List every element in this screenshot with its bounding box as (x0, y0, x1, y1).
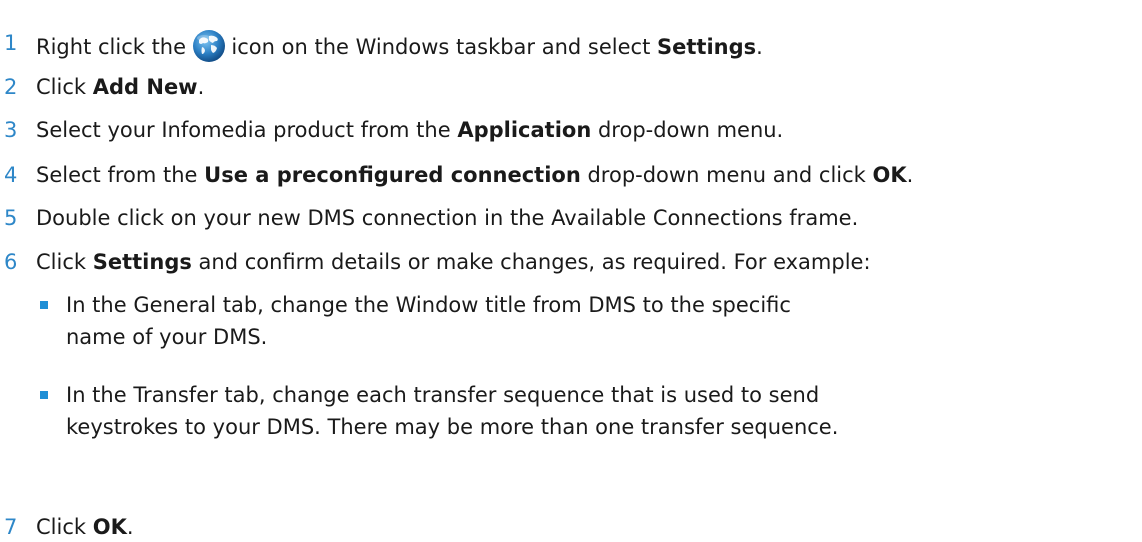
step-number: 7 (4, 515, 18, 539)
step-text-bold: Settings (657, 35, 757, 59)
step-text-bold: Application (457, 118, 592, 142)
step-number: 5 (4, 206, 18, 230)
step-text-bold: Settings (92, 250, 192, 274)
step-text-part: . (197, 75, 205, 99)
step-text: Double click on your new DMS connection … (36, 206, 859, 230)
step-text-part: Select from the (36, 163, 198, 187)
square-bullet-icon (40, 391, 48, 399)
step-2: 2 Click Add New. (0, 72, 1142, 102)
step-text-part: and confirm details or make changes, as … (198, 250, 871, 274)
step-1: 1 Right click the icon on the Windows ta… (0, 28, 1142, 62)
bullet-item-transfer-tab: In the Transfer tab, change each transfe… (40, 380, 1130, 450)
step-6: 6 Click Settings and confirm details or … (0, 247, 1142, 277)
step-text: Right click the icon on the Windows task… (36, 28, 763, 64)
step-text-part: Click (36, 515, 87, 539)
step-text-bold: Use a preconfigured connection (204, 163, 581, 187)
step-text-part: Click (36, 75, 87, 99)
step-number: 6 (4, 250, 18, 274)
step-5: 5 Double click on your new DMS connectio… (0, 203, 1142, 233)
bullet-text-line: keystrokes to your DMS. There may be mor… (66, 415, 839, 439)
step-text: Click Settings and confirm details or ma… (36, 247, 871, 277)
step-number: 2 (4, 75, 18, 99)
step-text-bold: Add New (92, 75, 198, 99)
globe-icon (192, 30, 225, 62)
step-text-part: drop-down menu. (597, 118, 784, 142)
step-text: Select from the Use a preconfigured conn… (36, 160, 913, 190)
step-text-part: Click (36, 250, 87, 274)
step-number: 1 (4, 31, 18, 55)
bullet-text-line: In the Transfer tab, change each transfe… (66, 383, 820, 407)
bullet-item-general-tab: In the General tab, change the Window ti… (40, 290, 1130, 360)
step-text: Click OK. (36, 512, 134, 542)
step-text: Select your Infomedia product from the A… (36, 115, 783, 145)
step-text-part: . (126, 515, 134, 539)
step-text-part: Right click the (36, 35, 187, 59)
step-text-part: drop-down menu and click (587, 163, 866, 187)
step-text: Click Add New. (36, 72, 204, 102)
step-number: 4 (4, 163, 18, 187)
step-number: 3 (4, 118, 18, 142)
bullet-text-line: name of your DMS. (66, 325, 268, 349)
step-text-part: icon on the Windows taskbar and select (231, 35, 651, 59)
step-text-part: . (906, 163, 914, 187)
step-text-bold: OK (872, 163, 907, 187)
step-text-part: . (756, 35, 763, 59)
step-4: 4 Select from the Use a preconfigured co… (0, 160, 1142, 190)
square-bullet-icon (40, 301, 48, 309)
step-text-bold: OK (92, 515, 127, 539)
step-7: 7 Click OK. (0, 512, 1142, 542)
step-text-part: Select your Infomedia product from the (36, 118, 451, 142)
bullet-text-line: In the General tab, change the Window ti… (66, 293, 791, 317)
step-3: 3 Select your Infomedia product from the… (0, 115, 1142, 145)
